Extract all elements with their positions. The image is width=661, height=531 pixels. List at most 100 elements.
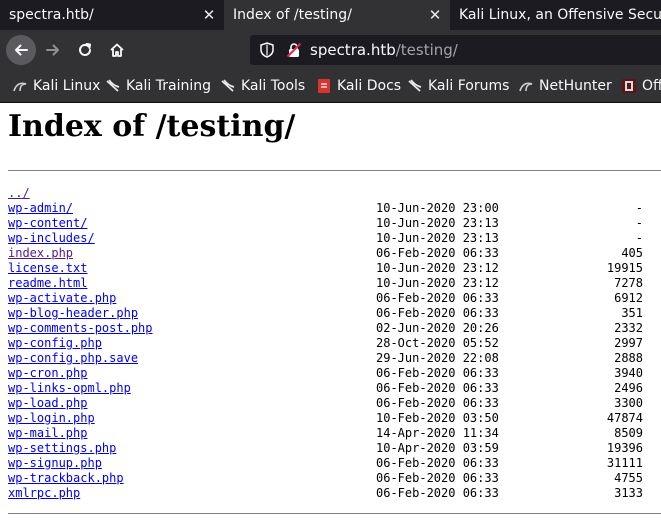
bookmark-kali-tools[interactable]: Kali Tools [220,76,305,96]
tab-index-testing[interactable]: Index of /testing/ ✕ [224,0,450,30]
modified-date: 14-Apr-2020 11:34 [376,426,499,440]
page-title: Index of /testing/ [8,109,296,144]
file-size: 4755 [614,471,643,485]
file-size: 3133 [614,486,643,500]
modified-date: 10-Jun-2020 23:13 [376,216,499,230]
file-link[interactable]: readme.html [8,276,87,291]
file-link[interactable]: index.php [8,246,73,261]
back-button[interactable] [6,35,36,65]
file-size: 47874 [606,411,643,425]
file-link[interactable]: wp-includes/ [8,231,95,246]
file-size: - [635,216,643,230]
close-tab-icon[interactable]: ✕ [420,6,450,24]
forward-button[interactable] [38,35,68,65]
file-size: 2332 [614,321,643,335]
page-content: Index of /testing/ ../wp-admin/10-Jun-20… [0,103,661,531]
file-link[interactable]: wp-config.php.save [8,351,138,366]
file-link[interactable]: wp-admin/ [8,201,73,216]
bookmark-label: Kali Docs [337,78,402,94]
modified-date: 06-Feb-2020 06:33 [376,381,499,395]
file-size: 2888 [614,351,643,365]
file-size: - [635,231,643,245]
bookmark-label: Kali Training [126,78,211,94]
tab-spectra-home[interactable]: spectra.htb/ ✕ [0,0,224,30]
file-link[interactable]: wp-mail.php [8,426,87,441]
file-size: 2997 [614,336,643,350]
file-size: 2496 [614,381,643,395]
url-host: spectra.htb [310,41,396,59]
modified-date: 10-Feb-2020 03:50 [376,411,499,425]
top-divider [8,170,661,171]
kali-dragon-icon [13,82,27,92]
bookmark-nethunter[interactable]: NetHunter [518,76,612,96]
file-link[interactable]: wp-login.php [8,411,95,426]
file-link[interactable]: wp-content/ [8,216,87,231]
modified-date: 29-Jun-2020 22:08 [376,351,499,365]
file-link[interactable]: ../ [8,186,30,201]
modified-date: 06-Feb-2020 06:33 [376,486,499,500]
bookmark-offensive-security[interactable]: Off [621,76,661,96]
file-size: 7278 [614,276,643,290]
file-link[interactable]: wp-config.php [8,336,102,351]
modified-date: 06-Feb-2020 06:33 [376,291,499,305]
tab-label: spectra.htb/ [9,7,94,23]
reload-button[interactable] [70,35,100,65]
bookmark-kali-docs[interactable]: Kali Docs [316,76,401,96]
url-path: /testing/ [395,41,458,59]
file-size: 31111 [606,456,643,470]
modified-date: 06-Feb-2020 06:33 [376,456,499,470]
bookmark-label: Kali Tools [241,78,306,94]
file-size: 3940 [614,366,643,380]
file-size: 19915 [606,261,643,275]
offsec-icon [622,79,636,93]
file-link[interactable]: license.txt [8,261,87,276]
modified-date: 06-Feb-2020 06:33 [376,366,499,380]
home-icon [110,43,124,57]
bookmark-label: NetHunter [539,78,612,94]
kali-dragon-icon [106,79,120,92]
file-link[interactable]: wp-load.php [8,396,87,411]
bookmark-label: Off [642,78,661,94]
file-link[interactable]: wp-cron.php [8,366,87,381]
file-size: 6912 [614,291,643,305]
modified-date: 02-Jun-2020 20:26 [376,321,499,335]
file-link[interactable]: wp-comments-post.php [8,321,153,336]
reload-icon [79,43,91,56]
tab-strip: spectra.htb/ ✕ Index of /testing/ ✕ Kali… [0,0,661,30]
file-size: 8509 [614,426,643,440]
file-size: 351 [621,306,643,320]
modified-date: 10-Jun-2020 23:12 [376,261,499,275]
modified-date: 06-Feb-2020 06:33 [376,471,499,485]
file-link[interactable]: xmlrpc.php [8,486,80,501]
file-size: 19396 [606,441,643,455]
file-link[interactable]: wp-activate.php [8,291,116,306]
file-size: - [635,201,643,215]
file-link[interactable]: wp-settings.php [8,441,116,456]
back-arrow-icon [15,44,28,56]
kali-dragon-icon [221,79,235,92]
close-tab-icon[interactable]: ✕ [194,6,224,24]
forward-arrow-icon [46,44,59,56]
bookmark-kali-training[interactable]: Kali Training [105,76,211,96]
file-link[interactable]: wp-trackback.php [8,471,124,486]
modified-date: 06-Feb-2020 06:33 [376,246,499,260]
home-button[interactable] [102,35,132,65]
modified-date: 28-Oct-2020 05:52 [376,336,499,350]
bookmark-kali-forums[interactable]: Kali Forums [407,76,509,96]
bottom-divider [8,513,661,514]
file-link[interactable]: wp-links-opml.php [8,381,131,396]
tab-label: Kali Linux, an Offensive Security [459,7,661,23]
modified-date: 10-Jun-2020 23:00 [376,201,499,215]
insecure-lock-icon[interactable] [286,42,302,58]
shield-icon[interactable] [260,42,274,58]
bookmark-kali-linux[interactable]: Kali Linux [12,76,100,96]
file-link[interactable]: wp-signup.php [8,456,102,471]
file-link[interactable]: wp-blog-header.php [8,306,138,321]
address-bar[interactable]: spectra.htb/testing/ [250,35,661,65]
kali-dragon-icon [519,82,533,92]
modified-date: 06-Feb-2020 06:33 [376,396,499,410]
bookmark-label: Kali Forums [428,78,510,94]
bookmarks-bar: Kali Linux Kali Training Kali Tools Kali… [0,70,661,103]
url-text[interactable]: spectra.htb/testing/ [310,41,458,59]
tab-kali-linux[interactable]: Kali Linux, an Offensive Security [450,0,661,30]
